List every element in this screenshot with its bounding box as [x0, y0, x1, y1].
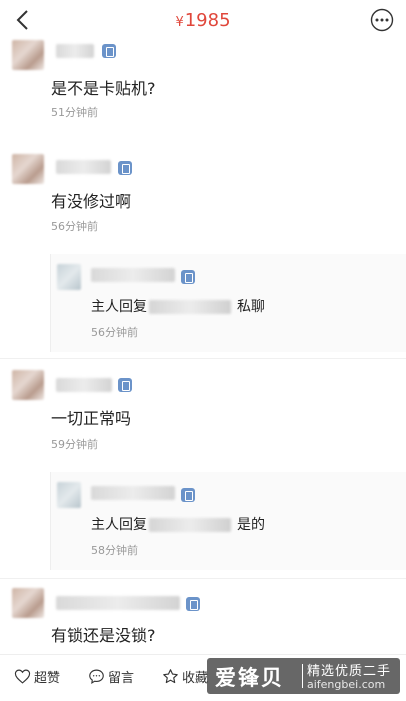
comment-text: 有锁还是没锁? [51, 626, 156, 645]
watermark-separator [302, 664, 303, 688]
price-value: 1985 [184, 10, 231, 31]
username-blurred[interactable] [56, 378, 112, 392]
comment-label: 留言 [108, 671, 135, 686]
username-blurred[interactable] [56, 160, 111, 174]
mentioned-user-blurred[interactable] [149, 300, 231, 314]
mentioned-user-blurred[interactable] [149, 518, 231, 532]
comment-text: 一切正常吗 [51, 409, 132, 428]
watermark-tagline: 精选优质二手 [307, 664, 392, 679]
comment-button[interactable]: 留言 [88, 667, 134, 686]
watermark-url: aifengbei.com [307, 678, 386, 691]
like-button[interactable]: 超赞 [14, 667, 60, 686]
reply-prefix: 主人回复 [91, 299, 147, 315]
like-label: 超赞 [34, 671, 61, 686]
avatar[interactable] [57, 264, 81, 290]
username-blurred[interactable] [56, 596, 180, 610]
divider [0, 358, 406, 359]
reply-suffix: 私聊 [237, 299, 265, 315]
avatar[interactable] [12, 370, 44, 400]
comment-time: 51分钟前 [51, 106, 98, 119]
reply-suffix: 是的 [237, 517, 265, 533]
username-blurred[interactable] [56, 44, 94, 58]
avatar[interactable] [57, 482, 81, 508]
comment-time: 56分钟前 [51, 220, 98, 233]
avatar[interactable] [12, 40, 44, 70]
username-blurred[interactable] [91, 268, 175, 282]
reply-text: 主人回复 是的 [91, 514, 265, 534]
watermark-brand: 爱锋贝 [215, 666, 284, 690]
heart-icon [14, 669, 31, 684]
divider [0, 578, 406, 579]
reply-time: 56分钟前 [91, 326, 138, 339]
username-blurred[interactable] [91, 486, 175, 500]
favorite-button[interactable]: 收藏 [162, 667, 208, 686]
top-bar: ¥1985 [0, 0, 406, 42]
verified-badge-icon [118, 161, 132, 175]
chat-bubble-icon [89, 669, 104, 684]
more-dots-icon[interactable] [370, 8, 394, 32]
avatar[interactable] [12, 588, 44, 618]
verified-badge-icon [181, 488, 195, 502]
owner-reply: 主人回复 私聊 56分钟前 [50, 254, 406, 352]
reply-prefix: 主人回复 [91, 517, 147, 533]
comment-text: 是不是卡贴机? [51, 79, 156, 98]
favorite-label: 收藏 [182, 671, 209, 686]
verified-badge-icon [118, 378, 132, 392]
verified-badge-icon [102, 44, 116, 58]
owner-reply: 主人回复 是的 58分钟前 [50, 472, 406, 570]
star-icon [163, 669, 178, 684]
comment-time: 59分钟前 [51, 438, 98, 451]
reply-text: 主人回复 私聊 [91, 296, 265, 316]
currency-symbol: ¥ [175, 15, 184, 30]
reply-time: 58分钟前 [91, 544, 138, 557]
verified-badge-icon [181, 270, 195, 284]
verified-badge-icon [186, 597, 200, 611]
comment-text: 有没修过啊 [51, 192, 132, 211]
watermark: 爱锋贝 精选优质二手 aifengbei.com [207, 658, 400, 694]
avatar[interactable] [12, 154, 44, 184]
price-display: ¥1985 [0, 10, 406, 31]
